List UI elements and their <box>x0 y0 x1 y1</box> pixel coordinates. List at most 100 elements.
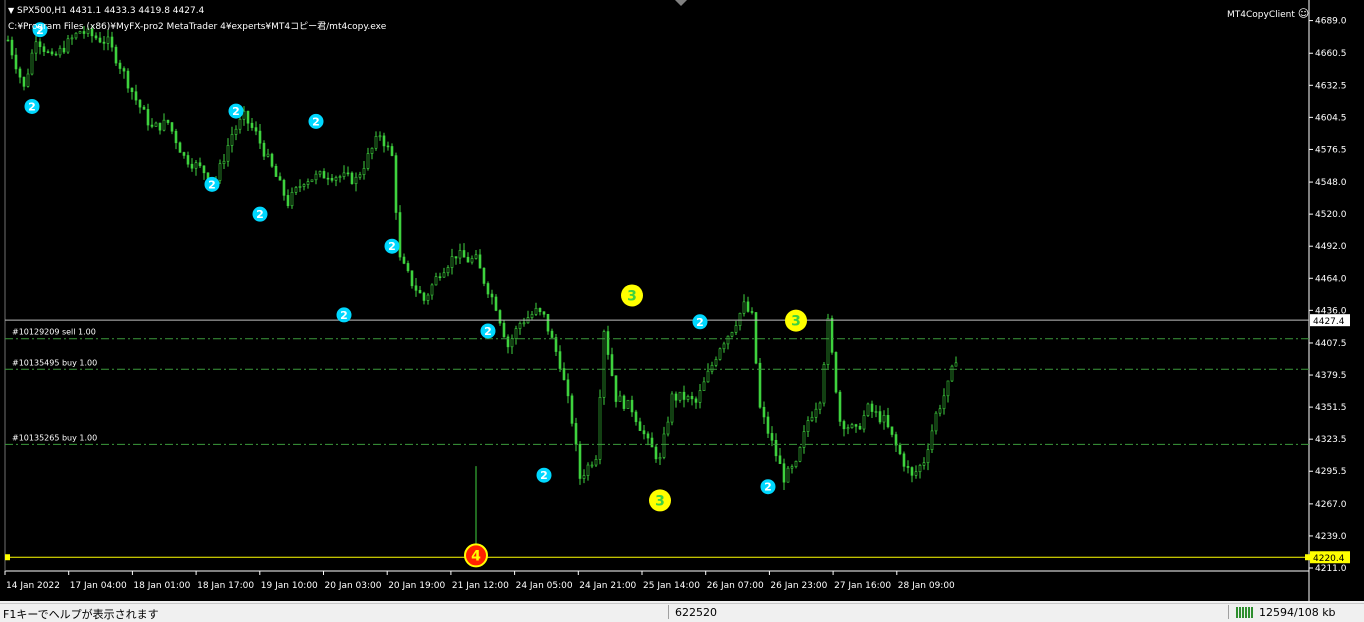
candle-body <box>854 424 858 427</box>
y-tick-label: 4436.0 <box>1315 306 1347 316</box>
candle-body <box>642 430 646 435</box>
candle-body <box>118 62 122 69</box>
candle-body <box>58 47 62 56</box>
candle-body <box>530 314 534 318</box>
expert-path: C:¥Program Files (x86)¥MyFX-pro2 MetaTra… <box>8 22 387 32</box>
signal-marker-label: 4 <box>471 548 481 564</box>
candle-body <box>914 471 918 476</box>
candle-body <box>198 162 202 167</box>
candle-body <box>482 267 486 284</box>
candle-body <box>702 381 706 391</box>
candle-body <box>346 172 350 175</box>
candle-body <box>390 146 394 156</box>
candle-body <box>246 110 250 124</box>
candle-body <box>70 37 74 40</box>
candle-body <box>742 301 746 314</box>
candle-body <box>550 330 554 338</box>
y-tick-label: 4492.0 <box>1315 242 1347 252</box>
candle-body <box>170 122 174 132</box>
candle-body <box>158 122 162 131</box>
candle-body <box>34 41 38 54</box>
candle-body <box>54 53 58 56</box>
candle-body <box>586 464 590 476</box>
candle-body <box>146 109 150 126</box>
candle-body <box>542 311 546 315</box>
candle-body <box>810 416 814 421</box>
candle-body <box>418 290 422 294</box>
candle-body <box>578 443 582 479</box>
candle-body <box>410 270 414 287</box>
candle-body <box>426 294 430 301</box>
signal-marker-label: 2 <box>696 316 704 329</box>
x-tick-label: 28 Jan 09:00 <box>898 581 955 591</box>
candle-body <box>258 130 262 144</box>
candle-body <box>458 250 462 259</box>
x-tick-label: 17 Jan 04:00 <box>70 581 127 591</box>
scroll-indicator-icon[interactable] <box>675 0 687 6</box>
y-tick-label: 4548.0 <box>1315 178 1347 188</box>
candle-body <box>274 166 278 177</box>
candle-body <box>858 426 862 430</box>
candle-body <box>474 254 478 259</box>
candle-body <box>886 415 890 428</box>
candle-body <box>126 70 130 89</box>
candle-body <box>718 348 722 360</box>
candle-body <box>678 391 682 401</box>
candle-body <box>690 395 694 400</box>
candle-body <box>442 272 446 278</box>
x-tick-label: 21 Jan 12:00 <box>452 581 509 591</box>
candle-body <box>682 391 686 400</box>
low-line-handle[interactable] <box>5 554 10 561</box>
candle-body <box>926 449 930 464</box>
candle-body <box>554 337 558 352</box>
candle-body <box>830 318 834 353</box>
candle-body <box>562 368 566 381</box>
candle-body <box>226 145 230 162</box>
candle-body <box>518 323 522 329</box>
candle-body <box>806 420 810 432</box>
profile-text: 622520 <box>675 606 717 619</box>
candle-body <box>618 395 622 402</box>
candle-body <box>262 142 266 157</box>
candle-body <box>546 313 550 332</box>
candle-body <box>462 250 466 258</box>
signal-marker-label: 2 <box>232 105 240 118</box>
candle-body <box>350 172 354 185</box>
candle-body <box>94 35 98 39</box>
candle-body <box>750 311 754 313</box>
candle-body <box>134 91 138 101</box>
candle-body <box>726 335 730 345</box>
candle-body <box>10 39 14 56</box>
candle-body <box>734 325 738 333</box>
candle-body <box>454 256 458 259</box>
y-tick-label: 4239.0 <box>1315 532 1347 542</box>
candle-body <box>186 155 190 165</box>
x-tick-label: 26 Jan 07:00 <box>707 581 764 591</box>
candle-body <box>566 379 570 397</box>
price-chart[interactable]: #10129209 sell 1.00 #10135495 buy 1.00 #10… <box>0 0 1364 601</box>
signal-marker-label: 2 <box>256 208 264 221</box>
candle-body <box>910 467 914 476</box>
candle-body <box>14 54 18 70</box>
candle-body <box>230 134 234 146</box>
candle-body <box>938 408 942 414</box>
candle-body <box>494 296 498 311</box>
candle-body <box>202 165 206 174</box>
signal-marker-label: 3 <box>655 493 665 509</box>
candle-body <box>294 187 298 193</box>
candle-body <box>758 362 762 408</box>
chart-window[interactable]: #10129209 sell 1.00 #10135495 buy 1.00 #10… <box>0 0 1364 601</box>
low-line-handle[interactable] <box>1305 554 1310 561</box>
candle-body <box>874 411 878 413</box>
dropdown-arrow-icon[interactable]: ▼ <box>8 6 14 15</box>
candle-body <box>638 421 642 431</box>
candle-body <box>934 412 938 432</box>
candle-body <box>106 36 110 44</box>
candle-body <box>130 87 134 93</box>
candle-body <box>374 136 378 149</box>
signal-marker-label: 2 <box>340 309 348 322</box>
candle-body <box>182 152 186 156</box>
candle-body <box>122 68 126 72</box>
candle-body <box>950 365 954 382</box>
status-bar: F1キーでヘルプが表示されます 622520 12594/108 kb <box>0 603 1364 621</box>
